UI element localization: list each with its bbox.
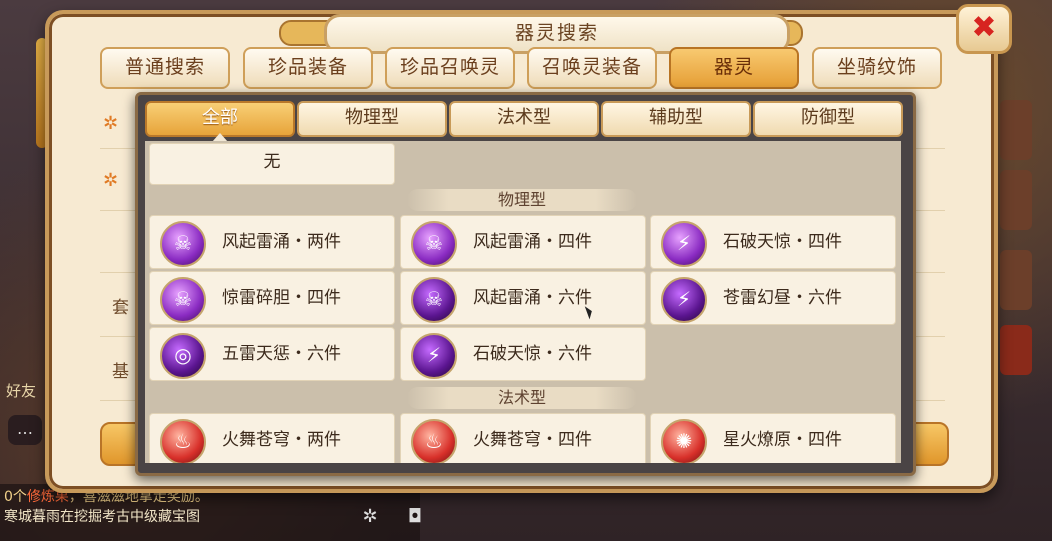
spirit-option-label: 苍雷幻昼・六件 xyxy=(723,288,842,308)
friends-label[interactable]: 好友 xyxy=(6,380,36,401)
right-side-decoration xyxy=(1000,325,1032,375)
filter-tab-0[interactable]: 全部 xyxy=(145,101,295,137)
spirit-option-label: 惊雷碎胆・四件 xyxy=(222,288,341,308)
spirit-option[interactable]: ⚡ 苍雷幻昼・六件 xyxy=(650,271,896,325)
spirit-option-label: 火舞苍穹・两件 xyxy=(222,430,341,450)
fire-spirit-icon: ♨ xyxy=(160,419,206,463)
spirit-option[interactable]: ☠ 风起雷涌・四件 xyxy=(400,215,646,269)
right-side-decoration xyxy=(1000,170,1032,230)
lightning-dark-icon: ⚡ xyxy=(411,333,457,379)
spirit-option-label: 星火燎原・四件 xyxy=(723,430,842,450)
category-tab-4[interactable]: 器灵 xyxy=(669,47,799,89)
thunder-halo-icon: ◎ xyxy=(160,333,206,379)
section-header-0: 物理型 xyxy=(407,189,637,211)
chat-bubble-icon[interactable]: … xyxy=(8,415,42,445)
spirit-option-label: 石破天惊・四件 xyxy=(723,232,842,252)
chat-line-2: 寒城暮雨在挖掘考古中级藏宝图 xyxy=(4,506,200,526)
settings-gear-icon[interactable]: ✲ xyxy=(355,506,385,534)
camera-icon[interactable]: ◘ xyxy=(400,506,430,534)
spirit-option[interactable]: ⚡ 石破天惊・六件 xyxy=(400,327,646,381)
close-button[interactable]: ✖ xyxy=(956,4,1012,54)
spirit-option-label: 无 xyxy=(263,152,281,172)
chat-line-1-prefix: 0个 xyxy=(4,489,27,505)
spirit-option-label: 火舞苍穹・四件 xyxy=(473,430,592,450)
spirit-option-label: 石破天惊・六件 xyxy=(473,344,592,364)
spirit-option[interactable]: ◎ 五雷天惩・六件 xyxy=(149,327,395,381)
category-tab-1[interactable]: 珍品装备 xyxy=(243,47,373,89)
ghost-purple-icon: ☠ xyxy=(411,221,457,267)
lightning-purple-icon: ⚡ xyxy=(661,221,707,267)
chat-line-2-text: 寒城暮雨在挖掘考古中级藏宝图 xyxy=(4,509,200,525)
filter-tab-2[interactable]: 法术型 xyxy=(449,101,599,137)
spirit-option[interactable]: ♨ 火舞苍穹・四件 xyxy=(400,413,646,463)
spirit-option-none[interactable]: 无 xyxy=(149,143,395,185)
spirit-option[interactable]: ♨ 火舞苍穹・两件 xyxy=(149,413,395,463)
filter-tab-4[interactable]: 防御型 xyxy=(753,101,903,137)
spirit-option[interactable]: ✺ 星火燎原・四件 xyxy=(650,413,896,463)
spirit-option-label: 风起雷涌・四件 xyxy=(473,232,592,252)
fire-spirit-icon: ♨ xyxy=(411,419,457,463)
spirit-option[interactable]: ☠ 风起雷涌・六件 xyxy=(400,271,646,325)
right-side-decoration xyxy=(1000,250,1032,310)
flame-swirl-icon: ✺ xyxy=(661,419,707,463)
category-tab-0[interactable]: 普通搜索 xyxy=(100,47,230,89)
category-tab-5[interactable]: 坐骑纹饰 xyxy=(812,47,942,89)
spirit-option[interactable]: ⚡ 石破天惊・四件 xyxy=(650,215,896,269)
form-label-base: 基 xyxy=(112,362,129,382)
category-tab-3[interactable]: 召唤灵装备 xyxy=(527,47,657,89)
filter-tab-3[interactable]: 辅助型 xyxy=(601,101,751,137)
required-star-icon: ✲ xyxy=(103,170,119,191)
spirit-option[interactable]: ☠ 惊雷碎胆・四件 xyxy=(149,271,395,325)
category-tab-2[interactable]: 珍品召唤灵 xyxy=(385,47,515,89)
orb-lightning-icon: ⚡ xyxy=(661,277,707,323)
ghost-dark-icon: ☠ xyxy=(411,277,457,323)
spirit-option-label: 五雷天惩・六件 xyxy=(222,344,341,364)
form-label-set: 套 xyxy=(112,298,129,318)
spirit-list[interactable]: 无物理型 ☠ 风起雷涌・两件 ☠ 风起雷涌・四件 ⚡ 石破天惊・四件 ☠ 惊雷碎胆・四件 ☠ 风起雷… xyxy=(145,141,901,463)
ghost-purple-icon: ☠ xyxy=(160,221,206,267)
right-side-decoration xyxy=(1000,100,1032,160)
skull-purple-icon: ☠ xyxy=(160,277,206,323)
spirit-option[interactable]: ☠ 风起雷涌・两件 xyxy=(149,215,395,269)
spirit-option-label: 风起雷涌・六件 xyxy=(473,288,592,308)
section-header-1: 法术型 xyxy=(407,387,637,409)
required-star-icon: ✲ xyxy=(103,113,119,134)
spirit-option-label: 风起雷涌・两件 xyxy=(222,232,341,252)
filter-tab-1[interactable]: 物理型 xyxy=(297,101,447,137)
